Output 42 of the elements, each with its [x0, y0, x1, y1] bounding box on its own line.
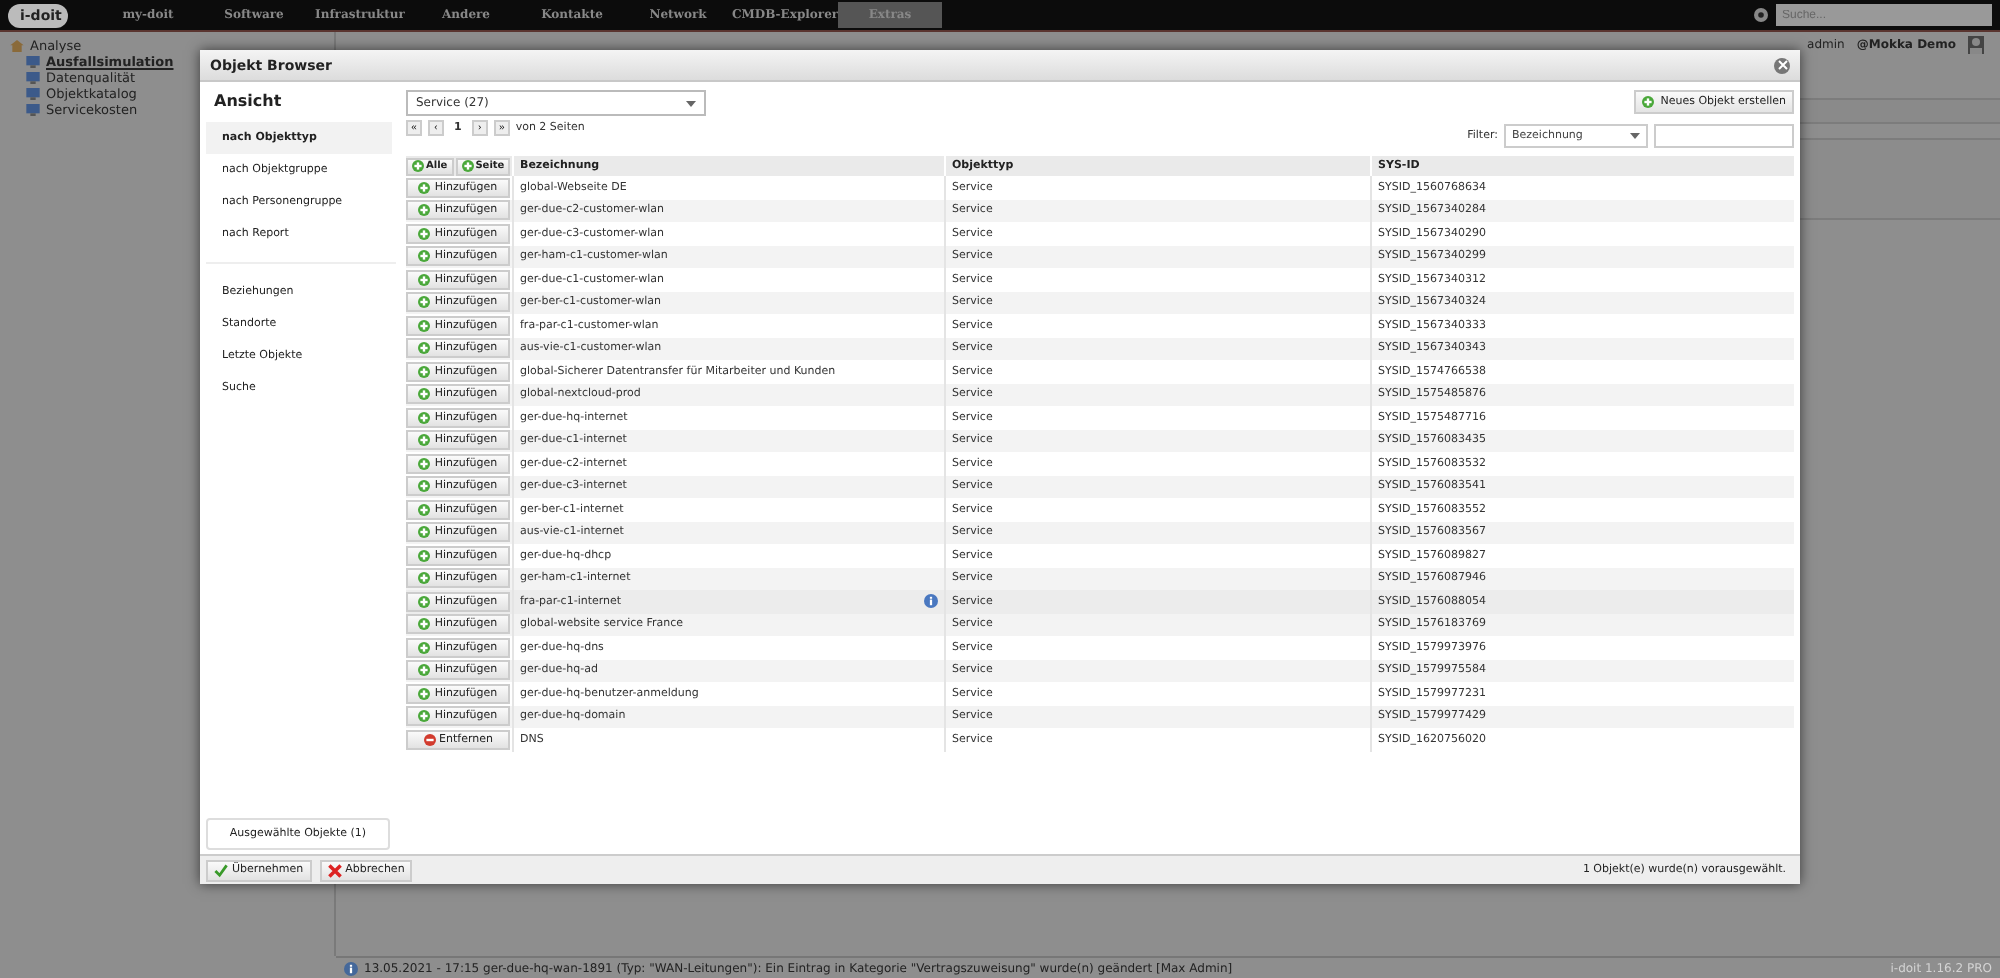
plus-icon — [418, 365, 431, 378]
close-button[interactable] — [1774, 57, 1790, 73]
plus-icon — [418, 388, 431, 401]
monitor-icon — [26, 104, 40, 116]
plus-icon — [418, 411, 431, 424]
monitor-icon — [26, 88, 40, 100]
minus-icon — [423, 733, 436, 746]
plus-icon — [418, 641, 431, 654]
plus-icon — [418, 687, 431, 700]
monitor-icon — [26, 72, 40, 84]
cross-icon — [327, 863, 342, 877]
plus-icon — [418, 618, 431, 631]
plus-icon — [418, 549, 431, 562]
info-icon — [344, 961, 358, 975]
checkmark-icon — [214, 863, 228, 877]
plus-icon — [418, 227, 431, 240]
plus-icon — [418, 181, 431, 194]
plus-icon — [418, 480, 431, 493]
info-icon[interactable] — [924, 594, 938, 609]
plus-icon — [418, 296, 431, 309]
plus-icon — [418, 572, 431, 585]
plus-icon — [418, 342, 431, 355]
plus-icon — [461, 160, 474, 172]
plus-icon — [418, 457, 431, 470]
plus-icon — [418, 526, 431, 539]
filter-field[interactable] — [1654, 124, 1794, 148]
plus-icon — [418, 273, 431, 286]
user-avatar-icon[interactable] — [1968, 35, 1984, 53]
plus-icon — [418, 664, 431, 677]
plus-icon — [1642, 96, 1655, 108]
plus-icon — [418, 434, 431, 447]
plus-icon — [418, 204, 431, 217]
plus-icon — [418, 319, 431, 332]
plus-icon — [418, 503, 431, 516]
power-icon[interactable] — [1754, 8, 1768, 22]
plus-icon — [412, 160, 424, 172]
house-icon — [10, 40, 24, 52]
sidebar-title: Ansicht — [212, 92, 284, 114]
plus-icon — [418, 595, 431, 608]
plus-icon — [418, 250, 431, 263]
monitor-icon — [26, 56, 40, 68]
plus-icon — [418, 710, 431, 723]
